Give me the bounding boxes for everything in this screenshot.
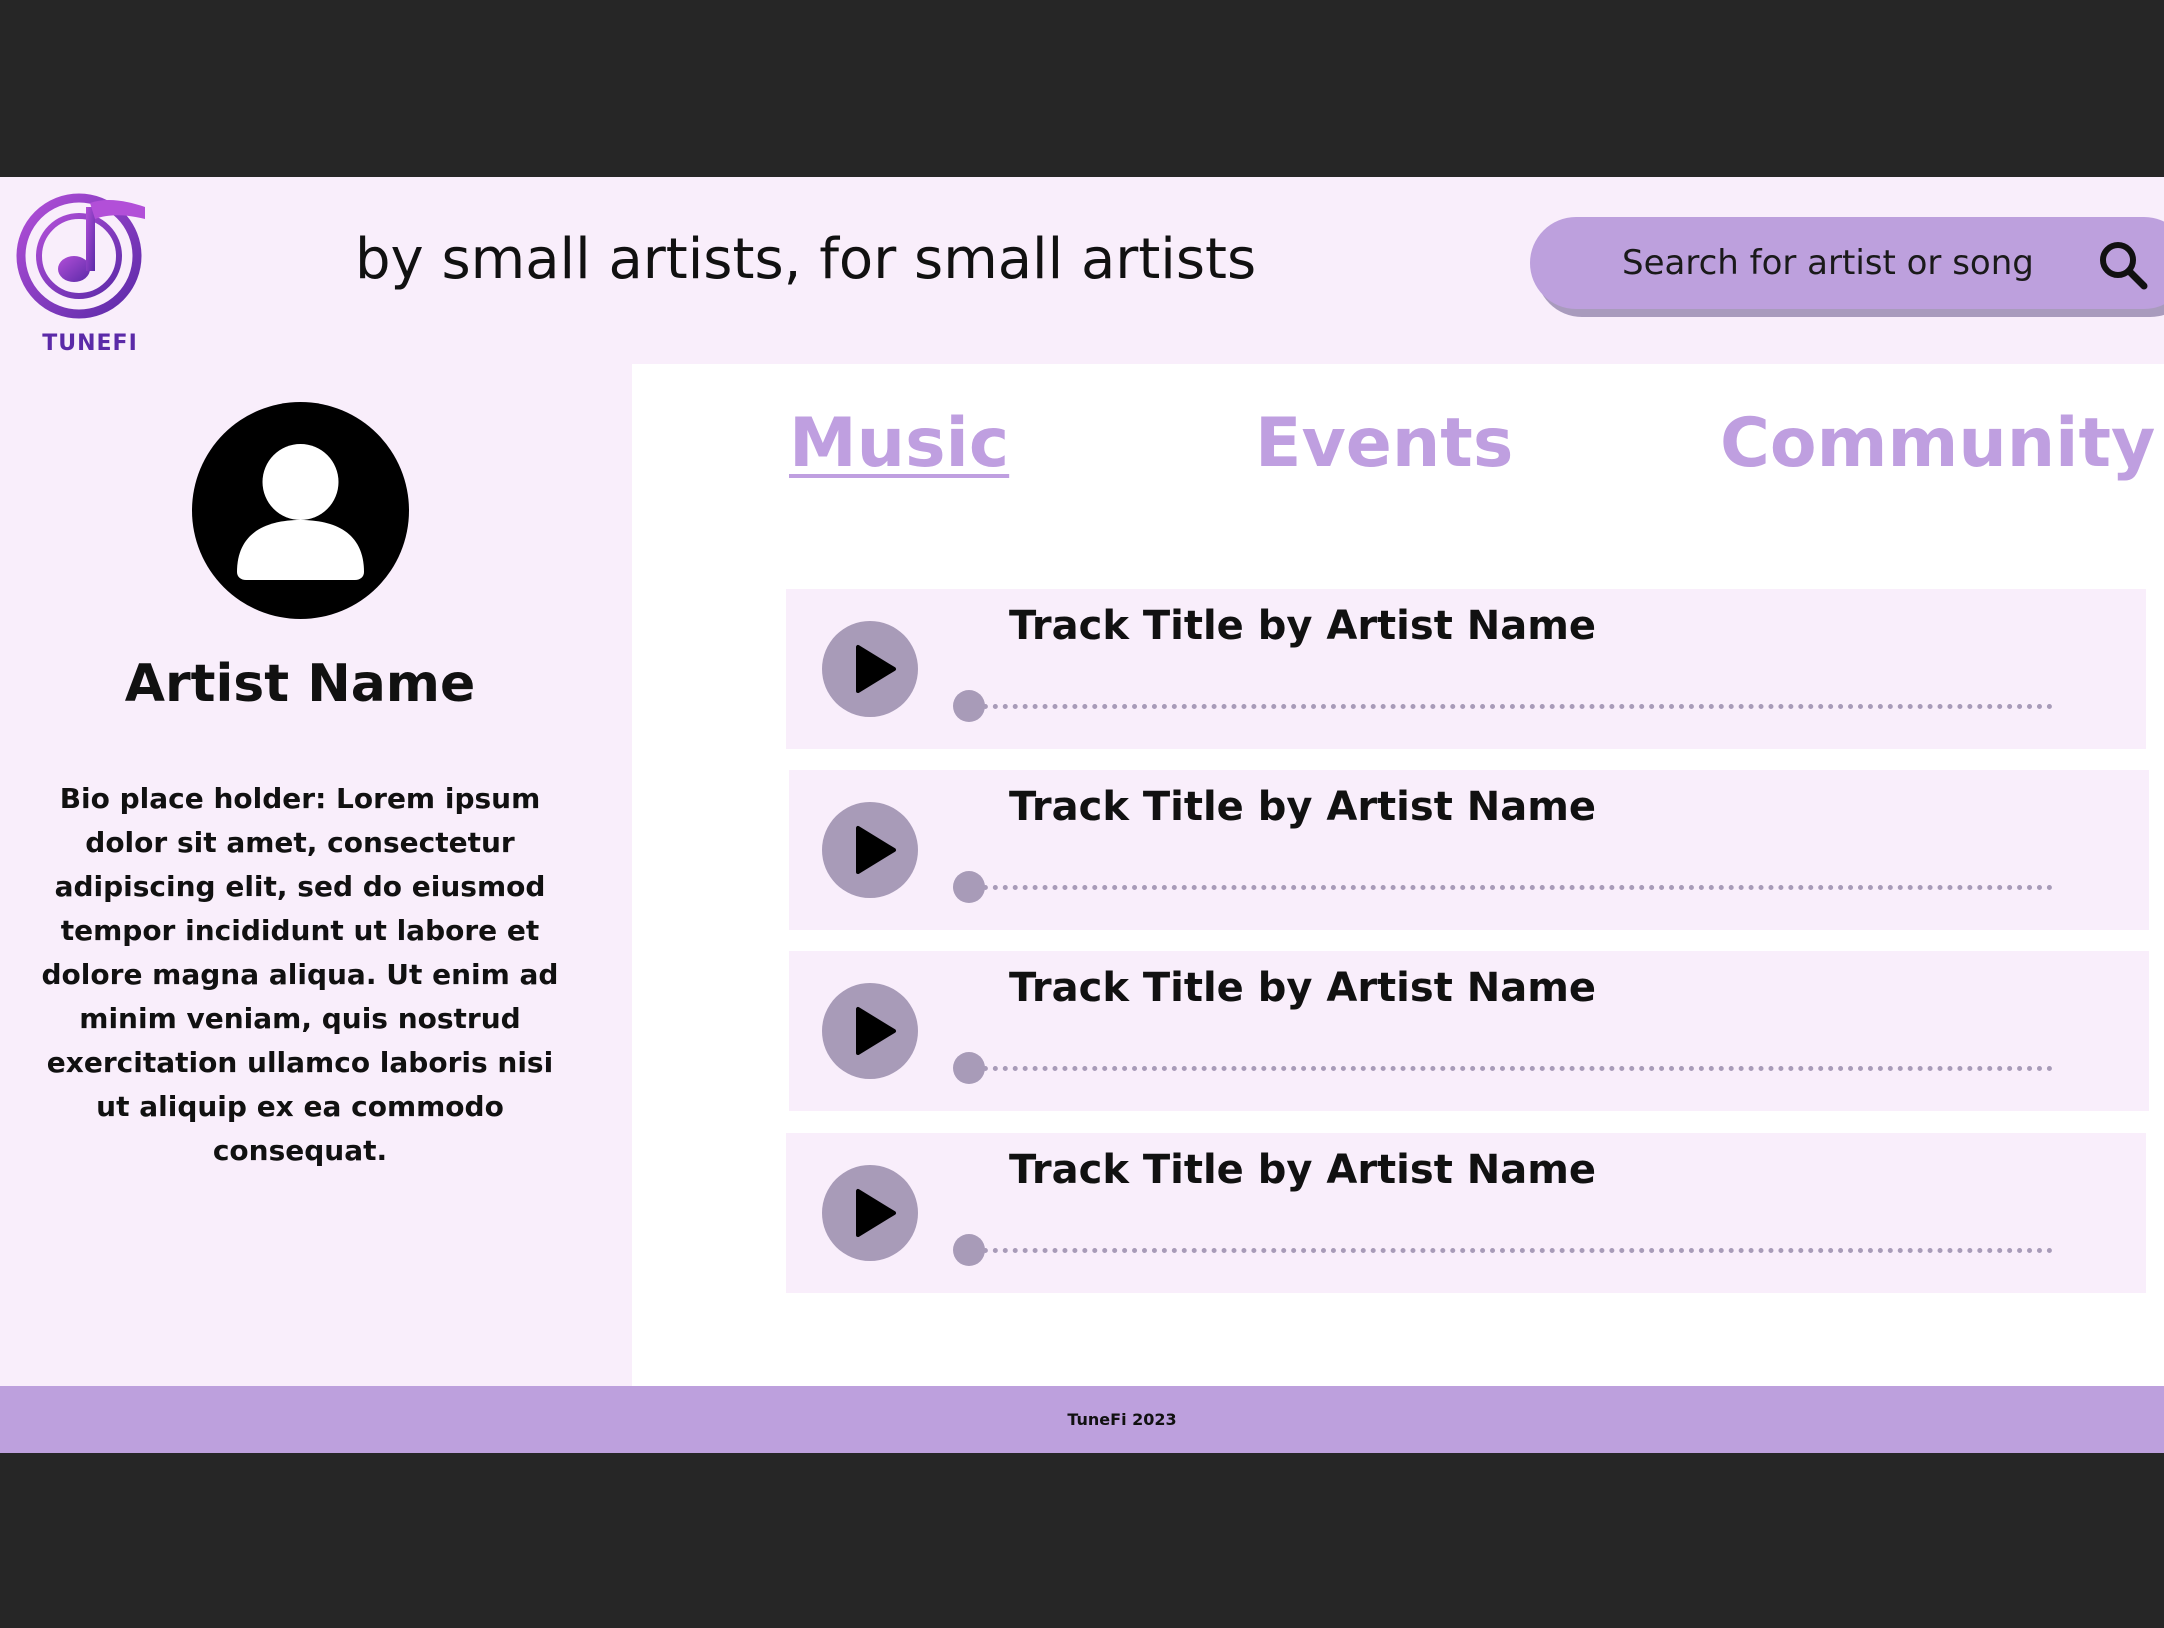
- track-row: Track Title by Artist Name: [789, 951, 2149, 1111]
- track-title: Track Title by Artist Name: [1009, 1147, 1597, 1193]
- tab-community[interactable]: Community: [1720, 404, 2155, 483]
- track-row: Track Title by Artist Name: [786, 589, 2146, 749]
- search-bar: [1530, 217, 2164, 309]
- tab-music[interactable]: Music: [789, 404, 1009, 483]
- progress-slider[interactable]: [953, 689, 2053, 723]
- play-icon: [856, 1007, 896, 1055]
- progress-track: [963, 704, 2053, 709]
- progress-handle[interactable]: [953, 690, 985, 722]
- track-title: Track Title by Artist Name: [1009, 784, 1597, 830]
- page: TUNEFI by small artists, for small artis…: [0, 177, 2164, 1453]
- main-nav: Music Events Community: [0, 364, 2164, 504]
- play-icon: [856, 826, 896, 874]
- header: TUNEFI by small artists, for small artis…: [0, 177, 2164, 364]
- progress-track: [963, 885, 2053, 890]
- progress-handle[interactable]: [953, 1052, 985, 1084]
- progress-handle[interactable]: [953, 871, 985, 903]
- progress-slider[interactable]: [953, 870, 2053, 904]
- tunefi-logo[interactable]: TUNEFI: [12, 189, 147, 356]
- play-button[interactable]: [822, 802, 918, 898]
- music-note-logo-icon: [16, 193, 145, 319]
- progress-slider[interactable]: [953, 1051, 2053, 1085]
- search-icon[interactable]: [2097, 239, 2149, 291]
- progress-track: [963, 1248, 2053, 1253]
- logo-text: TUNEFI: [42, 331, 138, 356]
- search-input[interactable]: [1620, 237, 2094, 289]
- tagline: by small artists, for small artists: [355, 227, 1257, 292]
- track-title: Track Title by Artist Name: [1009, 603, 1597, 649]
- artist-name: Artist Name: [124, 654, 476, 714]
- play-button[interactable]: [822, 1165, 918, 1261]
- track-row: Track Title by Artist Name: [789, 770, 2149, 930]
- artist-bio: Bio place holder: Lorem ipsum dolor sit …: [41, 782, 559, 1167]
- play-icon: [856, 1189, 896, 1237]
- progress-track: [963, 1066, 2053, 1071]
- track-row: Track Title by Artist Name: [786, 1133, 2146, 1293]
- progress-handle[interactable]: [953, 1234, 985, 1266]
- track-title: Track Title by Artist Name: [1009, 965, 1597, 1011]
- artist-sidebar: Artist Name Bio place holder: Lorem ipsu…: [0, 364, 632, 1386]
- progress-slider[interactable]: [953, 1233, 2053, 1267]
- play-icon: [856, 645, 896, 693]
- play-button[interactable]: [822, 621, 918, 717]
- footer: TuneFi 2023: [0, 1386, 2164, 1453]
- footer-text: TuneFi 2023: [1067, 1410, 1177, 1429]
- play-button[interactable]: [822, 983, 918, 1079]
- tab-events[interactable]: Events: [1255, 404, 1513, 483]
